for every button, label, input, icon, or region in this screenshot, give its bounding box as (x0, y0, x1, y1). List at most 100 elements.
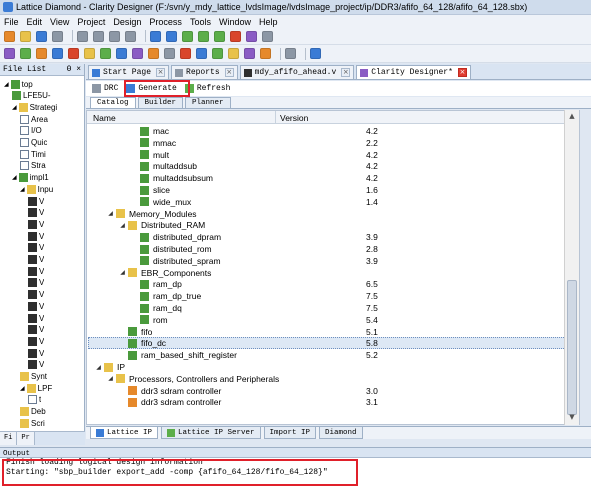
file-tree-item[interactable]: ◢ top (4, 78, 33, 90)
catalog-item[interactable]: wide_mux (131, 196, 191, 208)
tab-catalog[interactable]: Catalog (90, 97, 136, 108)
tree-expander-icon[interactable]: ◢ (20, 385, 25, 392)
file-tree-item[interactable]: V (28, 207, 44, 219)
file-tree-item[interactable]: V (28, 218, 44, 230)
paste-icon[interactable] (109, 30, 120, 42)
source-tab[interactable]: Lattice IP (90, 427, 159, 439)
catalog-item[interactable]: mac (131, 125, 169, 137)
menu-edit[interactable]: Edit (27, 17, 43, 27)
new-project-icon[interactable] (4, 30, 15, 42)
zoom-fit-icon[interactable] (214, 30, 225, 42)
column-version[interactable]: Version (280, 113, 308, 123)
catalog-item[interactable]: ddr3 sdram controller (119, 396, 221, 408)
debugger-icon[interactable] (164, 48, 175, 59)
tree-expander-icon[interactable]: ◢ (12, 104, 17, 111)
menu-design[interactable]: Design (113, 17, 141, 27)
file-tree-item[interactable]: V (28, 335, 44, 347)
menu-tools[interactable]: Tools (190, 17, 211, 27)
physical-view-icon[interactable] (100, 48, 111, 59)
chip-view-icon[interactable] (20, 48, 31, 59)
catalog-item[interactable]: rom (131, 314, 168, 326)
zoom-out-icon[interactable] (198, 30, 209, 42)
file-tree-item[interactable]: V (28, 312, 44, 324)
file-tree-item[interactable]: Scri (20, 417, 45, 429)
catalog-item[interactable]: fifo (119, 326, 152, 338)
copy-icon[interactable] (93, 30, 104, 42)
menu-view[interactable]: View (50, 17, 69, 27)
reveal-icon[interactable] (4, 48, 15, 59)
catalog-item[interactable]: distributed_rom (131, 243, 212, 255)
wizard-icon[interactable] (180, 48, 191, 59)
clarity-icon[interactable] (212, 48, 223, 59)
file-tree-item[interactable]: V (28, 289, 44, 301)
file-tree-item[interactable]: V (28, 254, 44, 266)
scroll-thumb[interactable] (567, 280, 577, 415)
editor-tab[interactable]: Clarity Designer* × (356, 65, 471, 79)
menu-file[interactable]: File (4, 17, 19, 27)
programmer-icon[interactable] (148, 48, 159, 59)
file-tree-item[interactable]: V (28, 277, 44, 289)
file-tree-item[interactable]: Area (20, 113, 48, 125)
catalog-item[interactable]: fifo_dc (119, 337, 166, 349)
cut-icon[interactable] (77, 30, 88, 42)
file-tree-item[interactable]: I/O (20, 125, 42, 137)
source-tab[interactable]: Diamond (319, 427, 363, 439)
file-tree-item[interactable]: ◢ Strategi (12, 101, 57, 113)
catalog-item[interactable]: ◢ Processors, Controllers and Peripherals (107, 373, 279, 385)
menu-project[interactable]: Project (77, 17, 105, 27)
editor-tab[interactable]: Start Page × (88, 65, 170, 79)
catalog-item[interactable]: ram_dp (131, 278, 182, 290)
file-tree-item[interactable]: ◢ impl1 (12, 172, 49, 184)
ip-icon[interactable] (196, 48, 207, 59)
catalog-item[interactable]: distributed_dpram (131, 231, 221, 243)
file-tree-item[interactable]: V (28, 265, 44, 277)
column-name[interactable]: Name (93, 113, 116, 123)
analysis-icon[interactable] (244, 48, 255, 59)
scroll-down-icon[interactable]: ▼ (567, 413, 577, 423)
tab-process[interactable]: Pr (17, 432, 35, 445)
catalog-item[interactable]: multaddsubsum (131, 172, 213, 184)
file-tree-item[interactable]: ◢ Inpu (20, 183, 53, 195)
tree-expander-icon[interactable]: ◢ (20, 186, 25, 193)
catalog-item[interactable]: ◢ EBR_Components (119, 267, 211, 279)
catalog-item[interactable]: ◢ Memory_Modules (107, 208, 196, 220)
editor-tab[interactable]: mdy_afifo_ahead.v × (239, 65, 355, 79)
open-folder-icon[interactable] (20, 30, 31, 42)
file-tree-item[interactable]: V (28, 347, 44, 359)
file-tree-item[interactable]: V (28, 324, 44, 336)
close-icon[interactable]: × (224, 68, 234, 77)
tree-expander-icon[interactable]: ◢ (107, 210, 114, 217)
options-icon[interactable] (285, 48, 296, 59)
catalog-item[interactable]: ddr3 sdram controller (119, 385, 221, 397)
source-tab[interactable]: Lattice IP Server (161, 427, 261, 439)
editor-tab[interactable]: Reports × (171, 65, 238, 79)
spreadsheet-icon[interactable] (36, 48, 47, 59)
file-tree-item[interactable]: t (28, 394, 41, 406)
menu-process[interactable]: Process (149, 17, 182, 27)
report-icon[interactable] (228, 48, 239, 59)
undo-icon[interactable] (150, 30, 161, 42)
find-icon[interactable] (246, 30, 257, 42)
web-icon[interactable] (310, 48, 321, 59)
timing-icon[interactable] (68, 48, 79, 59)
catalog-item[interactable]: ◢ Distributed_RAM (119, 219, 205, 231)
tree-expander-icon[interactable]: ◢ (95, 364, 102, 371)
panel-pin-close[interactable]: Θ × (67, 65, 81, 74)
close-icon[interactable]: × (341, 68, 351, 77)
tree-expander-icon[interactable]: ◢ (119, 269, 126, 276)
save-icon[interactable] (36, 30, 47, 42)
catalog-item[interactable]: distributed_spram (131, 255, 221, 267)
tab-builder[interactable]: Builder (137, 97, 184, 108)
file-tree-item[interactable]: Synt (20, 371, 47, 383)
file-tree-item[interactable]: V (28, 195, 44, 207)
file-tree-item[interactable]: Stra (20, 160, 46, 172)
tree-expander-icon[interactable]: ◢ (107, 375, 114, 382)
floorplan-icon[interactable] (84, 48, 95, 59)
close-icon[interactable]: × (156, 68, 166, 77)
catalog-scrollbar[interactable]: ▲ ▼ (564, 110, 579, 425)
settings-icon[interactable] (262, 30, 273, 42)
tree-expander-icon[interactable]: ◢ (12, 174, 17, 181)
delete-icon[interactable] (125, 30, 136, 42)
tree-expander-icon[interactable]: ◢ (119, 222, 126, 229)
tree-expander-icon[interactable]: ◢ (4, 81, 9, 88)
